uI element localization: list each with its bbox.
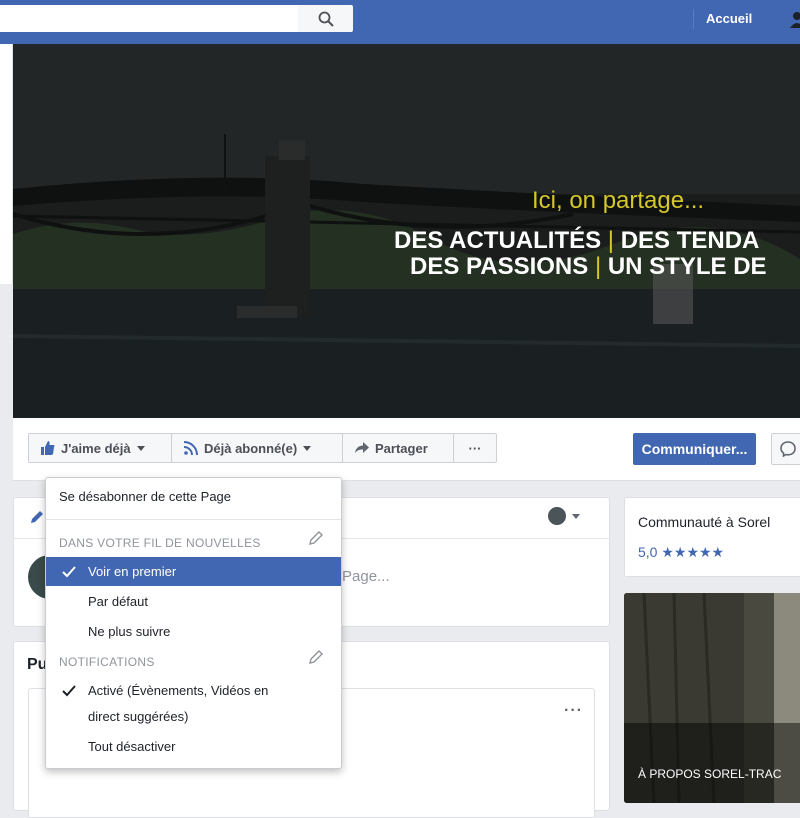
composer-placeholder[interactable]: Page... <box>342 568 390 585</box>
cover-separator: | <box>594 253 602 280</box>
community-card <box>624 497 800 577</box>
cover-line-1b: DES TENDA <box>620 227 760 254</box>
about-label: À PROPOS SOREL-TRAC <box>638 767 782 781</box>
search-button[interactable] <box>298 5 353 32</box>
menu-divider <box>46 519 341 520</box>
cover-line-2a: DES PASSIONS <box>410 253 589 280</box>
menu-pointer <box>314 469 330 477</box>
chevron-down-icon <box>572 513 580 519</box>
community-rating[interactable]: 5,0 ★★★★★ <box>638 544 724 561</box>
menu-section-notifications: NOTIFICATIONS <box>59 655 155 669</box>
share-button[interactable]: Partager <box>342 433 454 463</box>
cover-line-2: DES PASSIONS | UN STYLE DE <box>410 253 767 281</box>
menu-item-unfollow[interactable]: Ne plus suivre <box>88 624 170 639</box>
menu-item-notifications-on-line2[interactable]: direct suggérées) <box>88 709 188 724</box>
edit-pencil-icon[interactable] <box>309 531 323 550</box>
nav-divider <box>693 9 694 29</box>
profile-icon[interactable] <box>790 10 800 35</box>
contact-button[interactable]: Communiquer... <box>633 433 756 465</box>
share-arrow-icon <box>355 442 369 454</box>
like-label: J'aime déjà <box>61 440 131 456</box>
checkmark-icon <box>62 684 76 702</box>
cover-photo: Ici, on partage... DES ACTUALITÉS | DES … <box>13 44 800 418</box>
share-label: Partager <box>375 440 428 456</box>
menu-item-default[interactable]: Par défaut <box>88 594 148 609</box>
follow-button[interactable]: Déjà abonné(e) <box>171 433 343 463</box>
search-input[interactable] <box>0 5 298 32</box>
like-button[interactable]: J'aime déjà <box>28 433 172 463</box>
menu-item-see-first-label: Voir en premier <box>88 564 177 579</box>
chevron-down-icon <box>303 445 312 451</box>
community-title: Communauté à Sorel <box>638 514 771 530</box>
cover-line-1: DES ACTUALITÉS | DES TENDA <box>394 227 759 255</box>
message-button[interactable] <box>771 433 800 465</box>
pencil-icon <box>30 510 44 529</box>
follow-dropdown-menu <box>45 477 342 769</box>
post-options-button[interactable]: ··· <box>564 702 583 720</box>
checkmark-icon <box>62 565 76 583</box>
menu-item-unfollow-page[interactable]: Se désabonner de cette Page <box>59 489 231 504</box>
search-icon <box>318 11 334 27</box>
cover-line-1a: DES ACTUALITÉS <box>394 227 602 254</box>
cover-separator: | <box>607 227 615 254</box>
cover-tagline: Ici, on partage... <box>532 187 705 214</box>
more-options-button[interactable]: ··· <box>453 433 497 463</box>
messenger-icon <box>780 441 796 457</box>
audience-selector[interactable] <box>548 507 580 525</box>
left-panel-edge <box>0 44 13 284</box>
rss-icon <box>184 441 198 455</box>
edit-pencil-icon[interactable] <box>309 650 323 669</box>
menu-section-newsfeed: DANS VOTRE FIL DE NOUVELLES <box>59 536 261 550</box>
page-avatar-small <box>548 507 566 525</box>
chevron-down-icon <box>136 445 145 451</box>
nav-home-link[interactable]: Accueil <box>706 11 752 26</box>
cover-line-2b: UN STYLE DE <box>607 253 767 280</box>
follow-label: Déjà abonné(e) <box>204 440 298 456</box>
thumbs-up-icon <box>41 441 55 455</box>
menu-item-all-off[interactable]: Tout désactiver <box>88 739 175 754</box>
menu-item-notifications-on[interactable]: Activé (Évènements, Vidéos en <box>88 683 268 698</box>
